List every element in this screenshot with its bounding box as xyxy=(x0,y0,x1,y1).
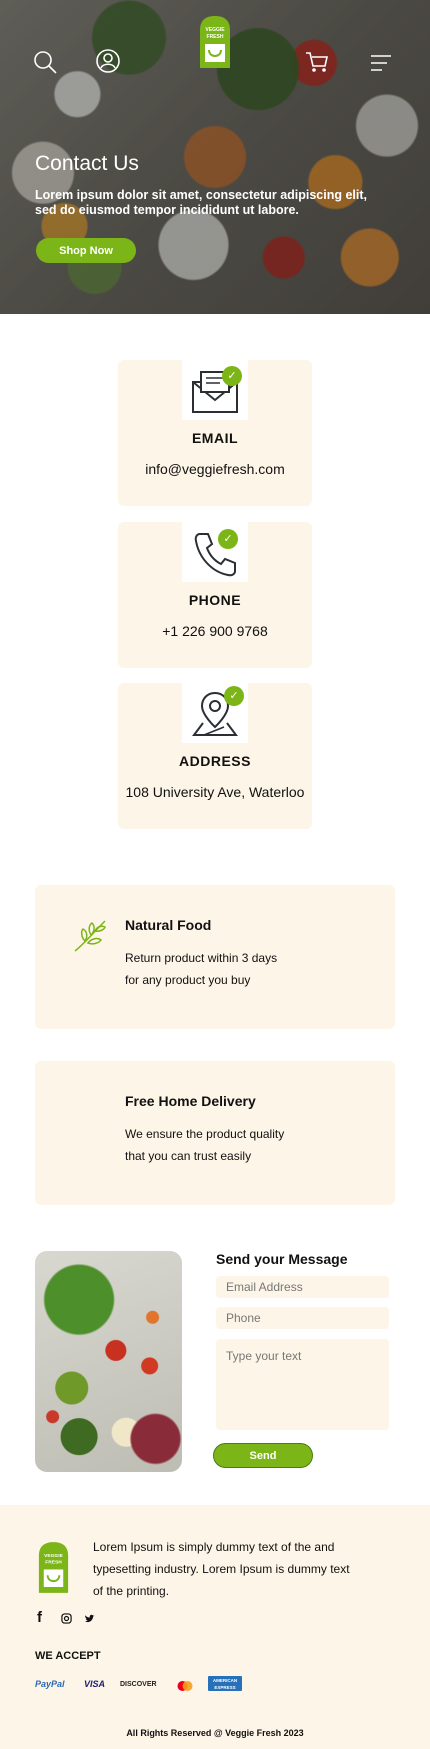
paypal-logo: PayPal xyxy=(35,1679,65,1689)
feature-text: We ensure the product quality xyxy=(125,1127,285,1141)
facebook-icon[interactable]: f xyxy=(37,1609,42,1626)
email-field[interactable] xyxy=(216,1276,389,1298)
svg-text:FRESH: FRESH xyxy=(45,1560,62,1566)
copyright: All Rights Reserved @ Veggie Fresh 2023 xyxy=(126,1728,304,1738)
leaf-icon xyxy=(71,915,111,955)
hero-description: Lorem ipsum dolor sit amet, consectetur … xyxy=(35,188,368,217)
svg-text:VEGGIE: VEGGIE xyxy=(44,1553,63,1559)
shop-now-button[interactable]: Shop Now xyxy=(36,238,136,263)
check-icon: ✓ xyxy=(218,529,238,549)
discover-logo: DISCOVER xyxy=(120,1681,157,1688)
phone-value[interactable]: +1 226 900 9768 xyxy=(118,623,312,639)
check-icon: ✓ xyxy=(224,686,244,706)
svg-text:FRESH: FRESH xyxy=(207,34,224,40)
search-icon[interactable] xyxy=(32,49,58,75)
address-card: ✓ ADDRESS 108 University Ave, Waterloo xyxy=(118,683,312,829)
map-pin-icon: ✓ xyxy=(182,683,248,743)
feature-text: that you can trust easily xyxy=(125,1149,252,1163)
feature-text: Return product within 3 days xyxy=(125,951,278,965)
amex-logo: AMERICAN EXPRESS xyxy=(208,1676,242,1691)
phone-field[interactable] xyxy=(216,1307,389,1329)
feature-natural-food: Natural Food Return product within 3 day… xyxy=(35,885,395,1029)
card-title: EMAIL xyxy=(191,430,239,446)
envelope-icon: ✓ xyxy=(182,360,248,420)
email-value[interactable]: info@veggiefresh.com xyxy=(118,461,312,477)
we-accept-label: WE ACCEPT xyxy=(35,1650,101,1662)
visa-logo: VISA xyxy=(84,1679,106,1689)
form-title: Send your Message xyxy=(216,1251,348,1267)
mastercard-logo xyxy=(176,1679,194,1691)
phone-card: ✓ PHONE +1 226 900 9768 xyxy=(118,522,312,668)
user-icon[interactable] xyxy=(95,48,121,74)
feature-title: Free Home Delivery xyxy=(125,1093,256,1109)
svg-text:VEGGIE: VEGGIE xyxy=(205,27,225,33)
card-title: ADDRESS xyxy=(179,753,251,769)
email-card: ✓ EMAIL info@veggiefresh.com xyxy=(118,360,312,506)
feature-text: for any product you buy xyxy=(125,973,251,987)
brand-logo[interactable]: VEGGIE FRESH xyxy=(196,14,234,70)
phone-icon: ✓ xyxy=(182,522,248,582)
feature-home-delivery: Free Home Delivery We ensure the product… xyxy=(35,1061,395,1205)
address-value[interactable]: 108 University Ave, Waterloo xyxy=(118,784,312,800)
vegetables-photo xyxy=(35,1251,182,1472)
check-icon: ✓ xyxy=(222,366,242,386)
message-field[interactable] xyxy=(216,1339,389,1430)
cart-icon[interactable] xyxy=(304,49,330,75)
menu-icon[interactable] xyxy=(369,50,395,76)
footer-description: Lorem Ipsum is simply dummy text of the … xyxy=(93,1540,350,1598)
hero-content: Contact Us Lorem ipsum dolor sit amet, c… xyxy=(35,152,405,218)
instagram-icon[interactable] xyxy=(61,1612,72,1627)
footer-logo[interactable]: VEGGIE FRESH xyxy=(35,1540,72,1595)
card-title: PHONE xyxy=(188,592,242,608)
twitter-icon[interactable] xyxy=(84,1612,95,1627)
send-button[interactable]: Send xyxy=(213,1443,313,1468)
feature-title: Natural Food xyxy=(125,917,212,933)
page-title: Contact Us xyxy=(35,152,139,175)
footer: VEGGIE FRESH Lorem Ipsum is simply dummy… xyxy=(0,1505,430,1749)
